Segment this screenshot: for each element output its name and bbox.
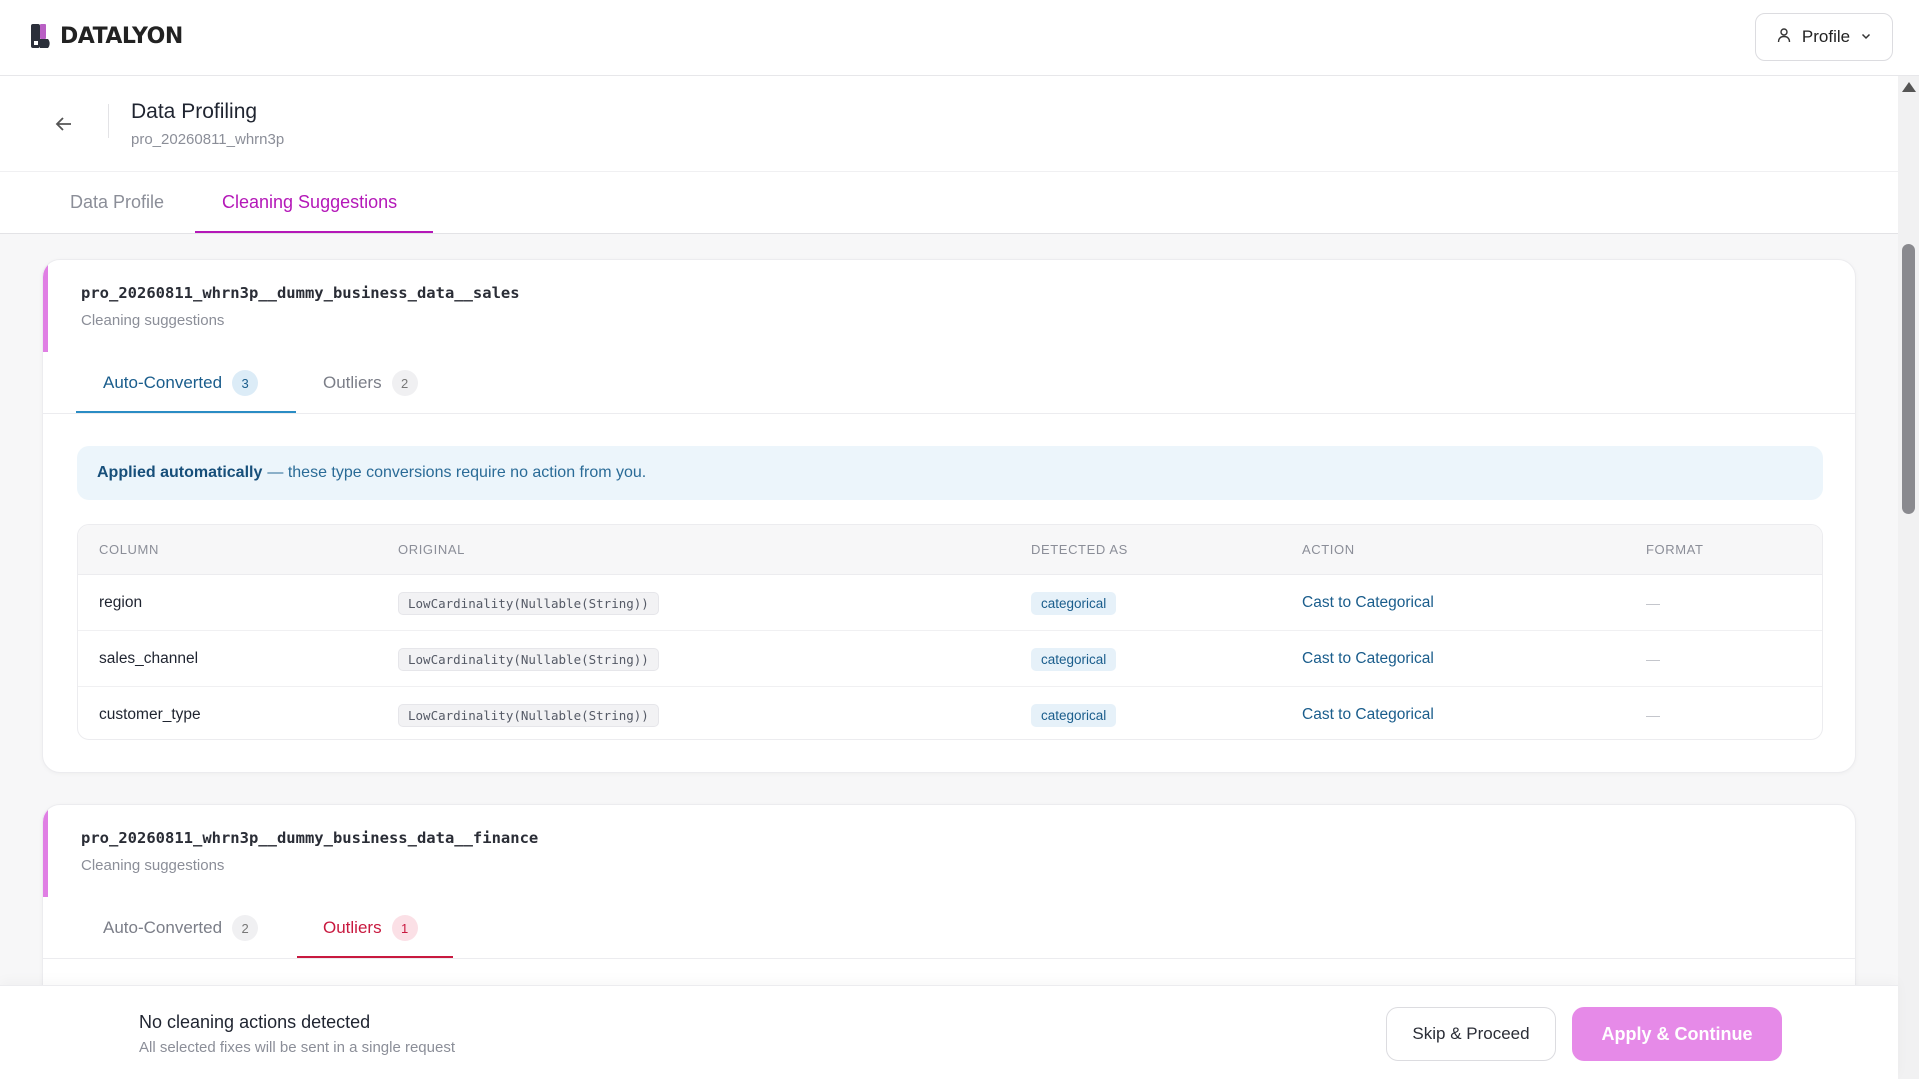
dataset-subtitle: Cleaning suggestions bbox=[81, 312, 225, 329]
tab-label: Auto-Converted bbox=[103, 373, 223, 392]
suggestion-tabs: Auto-Converted 3 Outliers 2 bbox=[43, 352, 1855, 414]
top-bar: DATALYON Profile bbox=[0, 0, 1919, 76]
tab-auto-converted[interactable]: Auto-Converted 3 bbox=[103, 366, 259, 400]
column-header: DETECTED AS bbox=[1031, 542, 1128, 557]
detected-type-badge: categorical bbox=[1031, 647, 1117, 671]
active-tab-indicator bbox=[297, 956, 453, 958]
format-value: — bbox=[1646, 707, 1660, 723]
dataset-title: pro_20260811_whrn3p__dummy_business_data… bbox=[81, 284, 520, 302]
scrollbar-thumb[interactable] bbox=[1902, 244, 1915, 514]
table-row: sales_channel LowCardinality(Nullable(St… bbox=[78, 631, 1822, 687]
detected-type-badge: categorical bbox=[1031, 591, 1117, 615]
info-banner: Applied automatically — these type conve… bbox=[77, 446, 1823, 500]
action-link[interactable]: Cast to Categorical bbox=[1302, 594, 1434, 612]
skip-proceed-button[interactable]: Skip & Proceed bbox=[1386, 1007, 1556, 1061]
arrow-left-icon bbox=[55, 117, 71, 131]
status-subtitle: All selected fixes will be sent in a sin… bbox=[139, 1039, 455, 1056]
tab-label: Outliers bbox=[323, 918, 382, 937]
header-divider bbox=[108, 104, 109, 138]
action-link[interactable]: Cast to Categorical bbox=[1302, 706, 1434, 724]
format-value: — bbox=[1646, 595, 1660, 611]
tab-label: Auto-Converted bbox=[103, 918, 223, 937]
column-header: FORMAT bbox=[1646, 542, 1704, 557]
page-subtitle: pro_20260811_whrn3p bbox=[131, 131, 285, 148]
original-type: LowCardinality(Nullable(String)) bbox=[398, 647, 659, 671]
profile-label: Profile bbox=[1801, 27, 1851, 46]
table-row: customer_type LowCardinality(Nullable(St… bbox=[78, 687, 1822, 739]
back-button[interactable] bbox=[52, 112, 76, 136]
banner-text: — these type conversions require no acti… bbox=[267, 464, 647, 481]
dataset-title: pro_20260811_whrn3p__dummy_business_data… bbox=[81, 829, 539, 847]
page-header: Data Profiling pro_20260811_whrn3p bbox=[0, 76, 1898, 172]
bottom-action-bar: No cleaning actions detected All selecte… bbox=[0, 985, 1898, 1079]
table-row: region LowCardinality(Nullable(String)) … bbox=[78, 575, 1822, 631]
count-badge: 3 bbox=[232, 370, 259, 396]
active-tab-indicator bbox=[76, 411, 296, 413]
logo[interactable]: DATALYON bbox=[30, 22, 183, 50]
original-type: LowCardinality(Nullable(String)) bbox=[398, 703, 659, 727]
column-header: ORIGINAL bbox=[398, 542, 465, 557]
logo-text: DATALYON bbox=[60, 23, 183, 49]
suggestion-tabs: Auto-Converted 2 Outliers 1 bbox=[43, 897, 1855, 959]
table-header: COLUMN ORIGINAL DETECTED AS ACTION FORMA… bbox=[78, 525, 1822, 575]
chevron-down-icon bbox=[1860, 27, 1872, 47]
action-link[interactable]: Cast to Categorical bbox=[1302, 650, 1434, 668]
user-icon bbox=[1776, 27, 1792, 48]
card-accent-bar bbox=[43, 805, 48, 897]
dataset-card-sales: pro_20260811_whrn3p__dummy_business_data… bbox=[42, 259, 1856, 773]
format-value: — bbox=[1646, 651, 1660, 667]
scrollbar-track[interactable] bbox=[1898, 76, 1919, 1079]
conversions-table: COLUMN ORIGINAL DETECTED AS ACTION FORMA… bbox=[77, 524, 1823, 740]
main-tabs: Data Profile Cleaning Suggestions bbox=[0, 172, 1898, 234]
tab-outliers[interactable]: Outliers 1 bbox=[323, 911, 418, 945]
count-badge: 2 bbox=[232, 915, 259, 941]
column-header: ACTION bbox=[1302, 542, 1355, 557]
status-title: No cleaning actions detected bbox=[139, 1012, 371, 1032]
tab-outliers[interactable]: Outliers 2 bbox=[323, 366, 418, 400]
column-name: customer_type bbox=[99, 706, 201, 723]
count-badge: 2 bbox=[391, 370, 418, 396]
column-name: sales_channel bbox=[99, 650, 199, 667]
card-accent-bar bbox=[43, 260, 48, 352]
column-name: region bbox=[99, 594, 143, 611]
detected-type-badge: categorical bbox=[1031, 703, 1117, 727]
banner-bold: Applied automatically bbox=[97, 464, 263, 481]
tab-data-profile[interactable]: Data Profile bbox=[70, 192, 164, 213]
apply-continue-button[interactable]: Apply & Continue bbox=[1572, 1007, 1782, 1061]
profile-button[interactable]: Profile bbox=[1755, 13, 1893, 61]
column-header: COLUMN bbox=[99, 542, 159, 557]
dataset-subtitle: Cleaning suggestions bbox=[81, 857, 225, 874]
tab-label: Outliers bbox=[323, 373, 382, 392]
logo-icon bbox=[30, 22, 56, 50]
scroll-up-icon[interactable] bbox=[1902, 82, 1916, 92]
count-badge: 1 bbox=[391, 915, 418, 941]
tab-cleaning-suggestions[interactable]: Cleaning Suggestions bbox=[222, 192, 397, 213]
original-type: LowCardinality(Nullable(String)) bbox=[398, 591, 659, 615]
tab-auto-converted[interactable]: Auto-Converted 2 bbox=[103, 911, 259, 945]
page-title: Data Profiling bbox=[131, 100, 258, 123]
active-tab-indicator bbox=[195, 231, 433, 233]
